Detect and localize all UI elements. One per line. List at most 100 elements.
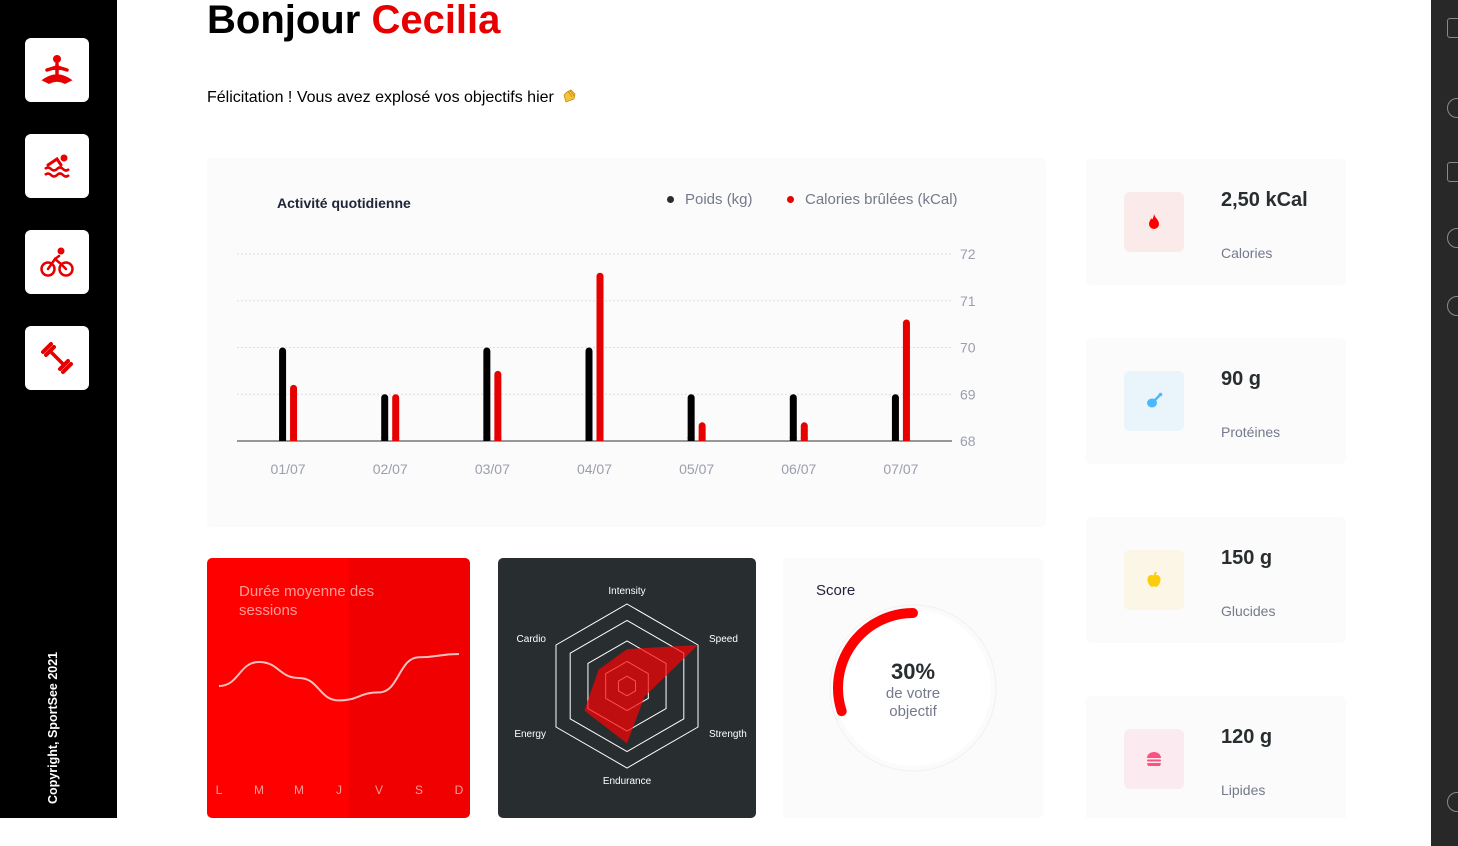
yoga-icon	[41, 55, 73, 84]
circle-icon	[1447, 792, 1458, 812]
day-label: V	[375, 783, 383, 797]
sidebar: Copyright, SportSee 2021	[0, 0, 117, 818]
radar-axis-label: Strength	[709, 729, 747, 740]
protein-label: Protéines	[1221, 424, 1281, 440]
calories-bar-base	[290, 437, 298, 441]
day-label: S	[415, 783, 423, 797]
average-sessions-chart: LMMJVSD	[216, 653, 464, 797]
y-tick-label: 68	[960, 433, 976, 449]
score-caption-line2: objectif	[889, 703, 937, 720]
carbs-value: 150 g	[1221, 547, 1273, 569]
key-card-protein: 90 g Protéines	[1086, 338, 1346, 464]
key-icon-box	[1124, 192, 1184, 252]
greeting-word: Bonjour	[207, 0, 361, 42]
right-panel-edge	[1431, 0, 1458, 846]
key-card-lipids: 120 g Lipides	[1086, 696, 1346, 822]
lipids-label: Lipides	[1221, 782, 1266, 798]
cycling-button[interactable]	[25, 230, 89, 294]
clapping-hands-icon	[563, 89, 576, 103]
y-tick-label: 69	[960, 386, 976, 402]
swimming-button[interactable]	[25, 134, 89, 198]
lipids-value: 120 g	[1221, 726, 1273, 748]
radar-axis-label: Endurance	[603, 776, 652, 787]
weight-bar	[483, 347, 491, 441]
weight-bar-base	[381, 437, 389, 441]
calories-bar	[902, 319, 910, 441]
radar-axis-label: Intensity	[608, 586, 645, 597]
calories-bar	[494, 370, 502, 441]
key-card-calories: 2,50 kCal Calories	[1086, 159, 1346, 285]
weight-bar-base	[789, 437, 797, 441]
radar-axis-label: Cardio	[517, 634, 547, 645]
layout-icon	[1447, 162, 1458, 182]
calories-bar	[290, 384, 298, 441]
page-bottom	[0, 818, 1431, 846]
radar-area	[584, 645, 699, 744]
score-caption-line1: de votre	[885, 685, 941, 702]
x-tick-label: 07/07	[883, 461, 918, 477]
calories-bar-base	[392, 437, 400, 441]
circle-icon	[1447, 296, 1458, 316]
key-icon-box	[1124, 371, 1184, 431]
greeting-message: Félicitation ! Vous avez explosé vos obj…	[207, 88, 578, 107]
x-tick-label: 05/07	[679, 461, 714, 477]
weight-bar-base	[687, 437, 695, 441]
calories-label: Calories	[1221, 245, 1273, 261]
average-sessions-card: Durée moyenne des sessions LMMJVSD	[207, 558, 470, 818]
weight-bar	[585, 347, 593, 441]
key-icon-box	[1124, 729, 1184, 789]
circle-icon	[1447, 228, 1458, 248]
calories-bar	[392, 394, 400, 441]
copyright-text: Copyright, SportSee 2021	[46, 652, 60, 805]
calories-bar-base	[800, 437, 808, 441]
calories-bar-base	[698, 437, 706, 441]
user-name: Cecilia	[371, 0, 501, 42]
carbs-label: Glucides	[1221, 603, 1276, 619]
daily-activity-card: Activité quotidienne Poids (kg) Calories…	[207, 158, 1046, 527]
sessions-line	[218, 653, 460, 702]
score-caption: de votre objectif	[858, 685, 968, 721]
daily-activity-chart: 68 69 70 71 72 01/07 02/07 03/07 04/07 05/07 06/07…	[237, 246, 976, 477]
x-tick-label: 01/07	[271, 461, 306, 477]
weight-bar-base	[891, 437, 899, 441]
day-label: L	[216, 783, 223, 797]
weight-bar	[891, 394, 899, 441]
day-label: J	[336, 783, 342, 797]
y-tick-label: 70	[960, 340, 976, 356]
weight-bar	[789, 394, 797, 441]
score-card: Score 30% de votre objectif	[783, 558, 1043, 818]
performance-card: Intensity Speed Strength Endurance Energy Car…	[498, 558, 756, 818]
radar-axis-label: Energy	[514, 729, 546, 740]
cycling-icon	[40, 247, 74, 277]
day-label: M	[254, 783, 264, 797]
key-card-carbs: 150 g Glucides	[1086, 517, 1346, 643]
dumbbell-icon	[41, 342, 73, 374]
x-tick-label: 02/07	[373, 461, 408, 477]
score-value: 30%	[890, 659, 936, 684]
protein-value: 90 g	[1221, 368, 1262, 390]
yoga-button[interactable]	[25, 38, 89, 102]
y-tick-label: 72	[960, 246, 976, 262]
x-tick-label: 06/07	[781, 461, 816, 477]
calories-bar-base	[596, 437, 604, 441]
radar-axis-label: Speed	[709, 634, 738, 645]
performance-radar-chart: Intensity Speed Strength Endurance Energy Car…	[514, 586, 747, 787]
weight-bar	[687, 394, 695, 441]
bug-icon	[1447, 98, 1458, 118]
weight-bar-base	[585, 437, 593, 441]
greeting-text: Félicitation ! Vous avez explosé vos obj…	[207, 89, 554, 106]
fire-icon	[1149, 214, 1159, 229]
x-tick-label: 04/07	[577, 461, 612, 477]
key-icon-box	[1124, 550, 1184, 610]
page-title: Bonjour Cecilia	[207, 0, 500, 43]
day-label: D	[455, 783, 464, 797]
apple-icon	[1147, 571, 1161, 587]
x-tick-label: 03/07	[475, 461, 510, 477]
calories-bar	[596, 272, 604, 441]
burger-icon	[1147, 752, 1161, 766]
dumbbell-button[interactable]	[25, 326, 89, 390]
copyright-wrap: Copyright, SportSee 2021	[44, 652, 68, 818]
weight-bar	[381, 394, 389, 441]
calories-value: 2,50 kCal	[1221, 189, 1308, 211]
calories-bar-base	[902, 437, 910, 441]
